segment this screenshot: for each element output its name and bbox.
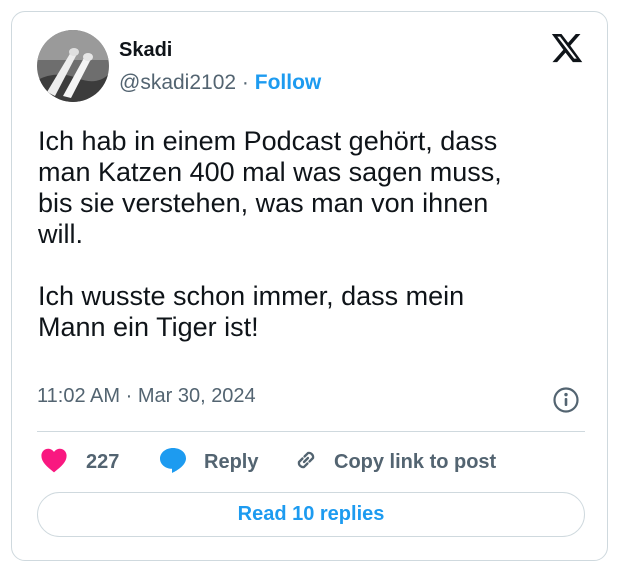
x-logo-icon[interactable] <box>550 34 584 65</box>
author-handle-row: @skadi2102 · Follow <box>119 71 321 95</box>
embedded-post-card: Skadi @skadi2102 · Follow Ich hab in ein… <box>11 11 608 561</box>
follow-button[interactable]: Follow <box>255 71 322 94</box>
action-bar: 227 Reply Copy link to post <box>37 444 585 480</box>
link-icon <box>292 446 320 479</box>
divider <box>37 431 585 432</box>
author-name[interactable]: Skadi <box>119 39 172 62</box>
avatar[interactable] <box>37 30 109 102</box>
timestamp-separator: · <box>125 385 133 407</box>
copy-link-button[interactable]: Copy link to post <box>292 444 496 480</box>
heart-icon <box>40 447 68 478</box>
copy-link-label: Copy link to post <box>334 450 497 473</box>
reply-button[interactable]: Reply <box>158 444 258 480</box>
post-time: 11:02 AM <box>37 385 121 407</box>
post-date: Mar 30, 2024 <box>137 385 256 407</box>
speech-bubble-icon <box>158 446 188 479</box>
post-text: Ich hab in einem Podcast gehört, dass ma… <box>38 126 502 342</box>
separator-dot: · <box>241 71 249 94</box>
read-replies-button[interactable]: Read 10 replies <box>37 492 585 537</box>
like-button[interactable]: 227 <box>40 444 119 480</box>
like-count: 227 <box>86 450 120 473</box>
post-timestamp[interactable]: 11:02 AM · Mar 30, 2024 <box>37 385 256 408</box>
info-icon[interactable] <box>552 386 580 414</box>
author-handle[interactable]: @skadi2102 <box>119 71 236 94</box>
reply-label: Reply <box>204 450 259 473</box>
